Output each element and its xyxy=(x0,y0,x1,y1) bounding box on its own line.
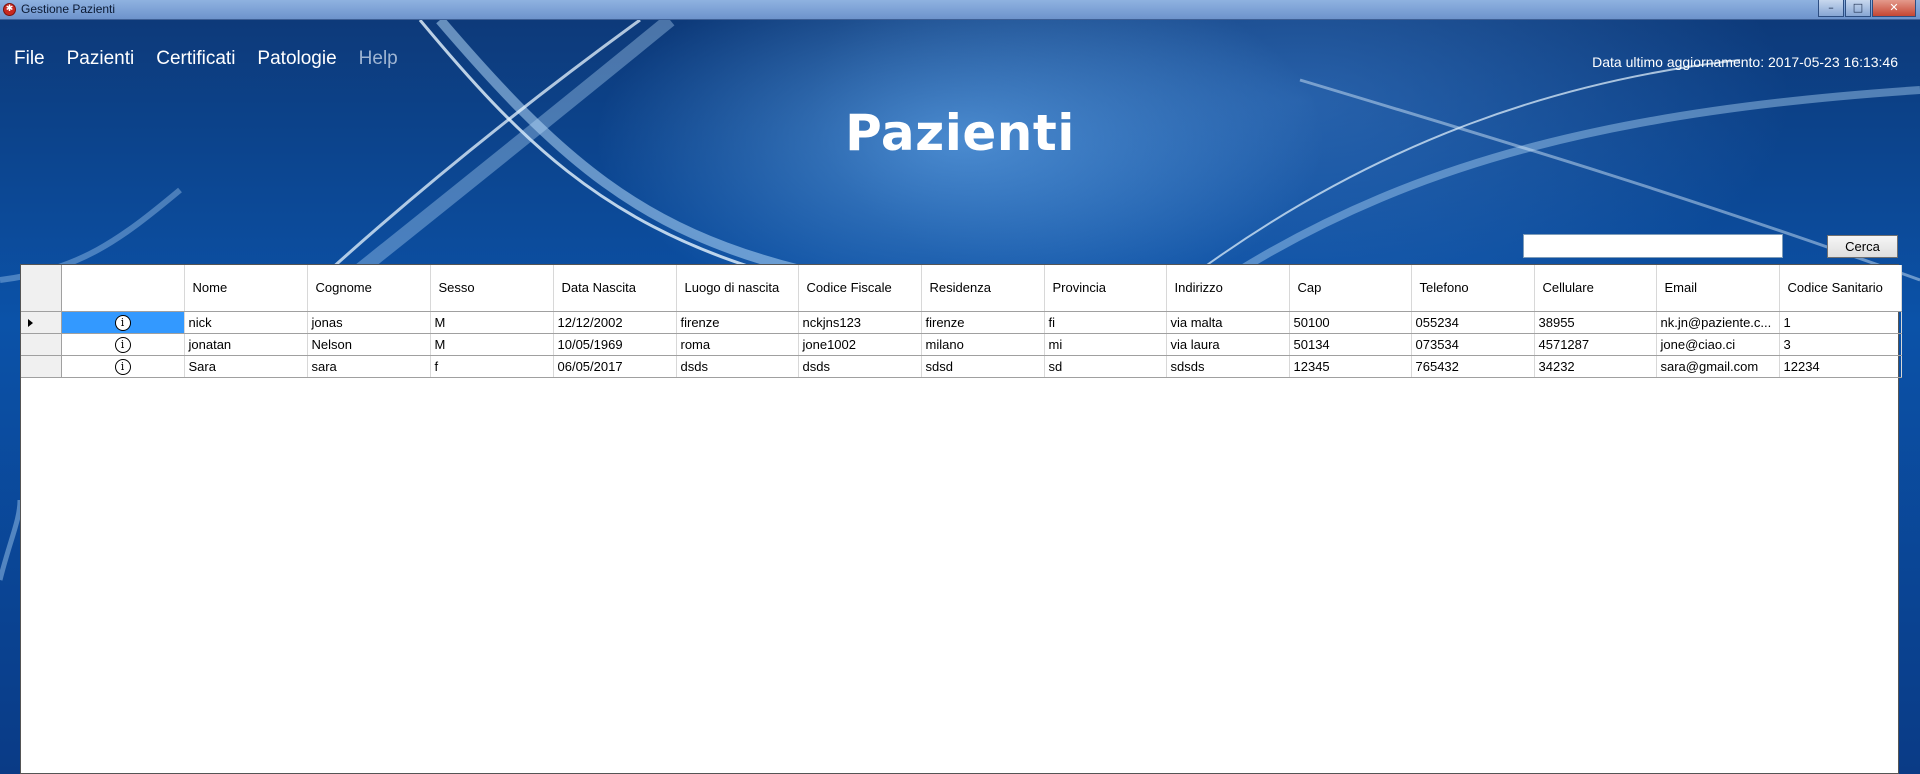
cell-codice-fiscale[interactable]: nckjns123 xyxy=(798,311,922,334)
row-selector[interactable] xyxy=(21,355,62,378)
column-header-luogo-nascita[interactable]: Luogo di nascita xyxy=(676,265,799,312)
cell-sesso[interactable]: M xyxy=(430,311,554,334)
cell-cellulare[interactable]: 38955 xyxy=(1534,311,1657,334)
menu-patologie[interactable]: Patologie xyxy=(257,48,336,70)
row-header-corner xyxy=(21,265,62,312)
minimize-button[interactable]: – xyxy=(1818,0,1844,17)
menu-certificati[interactable]: Certificati xyxy=(156,48,235,70)
column-header-indirizzo[interactable]: Indirizzo xyxy=(1166,265,1290,312)
patients-table: Nome Cognome Sesso Data Nascita Luogo di… xyxy=(20,264,1902,774)
cell-nome[interactable]: jonatan xyxy=(184,333,308,356)
table-header-row: Nome Cognome Sesso Data Nascita Luogo di… xyxy=(21,265,1902,312)
cell-nome[interactable]: nick xyxy=(184,311,308,334)
cell-data-nascita[interactable]: 12/12/2002 xyxy=(553,311,677,334)
cell-cognome[interactable]: sara xyxy=(307,355,431,378)
cell-indirizzo[interactable]: via malta xyxy=(1166,311,1290,334)
table-row[interactable]: i jonatan Nelson M 10/05/1969 roma jone1… xyxy=(21,333,1902,356)
cell-cap[interactable]: 50100 xyxy=(1289,311,1412,334)
info-cell[interactable]: i xyxy=(61,355,185,378)
row-selector[interactable] xyxy=(21,311,62,334)
column-header-codice-sanitario[interactable]: Codice Sanitario xyxy=(1779,265,1902,312)
menu-bar: File Pazienti Certificati Patologie Help xyxy=(14,48,420,70)
cell-provincia[interactable]: sd xyxy=(1044,355,1167,378)
info-cell[interactable]: i xyxy=(61,333,185,356)
cell-codice-sanitario[interactable]: 3 xyxy=(1779,333,1902,356)
cell-telefono[interactable]: 073534 xyxy=(1411,333,1535,356)
cell-cellulare[interactable]: 4571287 xyxy=(1534,333,1657,356)
cell-provincia[interactable]: mi xyxy=(1044,333,1167,356)
cell-sesso[interactable]: M xyxy=(430,333,554,356)
cell-data-nascita[interactable]: 06/05/2017 xyxy=(553,355,677,378)
cell-email[interactable]: jone@ciao.ci xyxy=(1656,333,1780,356)
cell-residenza[interactable]: milano xyxy=(921,333,1045,356)
maximize-button[interactable]: □ xyxy=(1845,0,1871,17)
cell-nome[interactable]: Sara xyxy=(184,355,308,378)
column-header-residenza[interactable]: Residenza xyxy=(921,265,1045,312)
search-button[interactable]: Cerca xyxy=(1827,235,1898,258)
current-row-arrow-icon xyxy=(28,319,33,327)
cell-sesso[interactable]: f xyxy=(430,355,554,378)
cell-codice-fiscale[interactable]: jone1002 xyxy=(798,333,922,356)
menu-pazienti[interactable]: Pazienti xyxy=(67,48,135,70)
cell-luogo-nascita[interactable]: dsds xyxy=(676,355,799,378)
cell-cognome[interactable]: Nelson xyxy=(307,333,431,356)
cell-luogo-nascita[interactable]: firenze xyxy=(676,311,799,334)
cell-codice-sanitario[interactable]: 12234 xyxy=(1779,355,1902,378)
last-update-label: Data ultimo aggiornamento: 2017-05-23 16… xyxy=(1592,54,1898,70)
column-header-cellulare[interactable]: Cellulare xyxy=(1534,265,1657,312)
menu-file[interactable]: File xyxy=(14,48,45,70)
cell-provincia[interactable]: fi xyxy=(1044,311,1167,334)
row-selector[interactable] xyxy=(21,333,62,356)
column-header-cognome[interactable]: Cognome xyxy=(307,265,431,312)
app-icon: ✱ xyxy=(3,3,16,16)
table-row[interactable]: i Sara sara f 06/05/2017 dsds dsds sdsd … xyxy=(21,355,1902,378)
info-cell[interactable]: i xyxy=(61,311,185,334)
cell-email[interactable]: sara@gmail.com xyxy=(1656,355,1780,378)
cell-cellulare[interactable]: 34232 xyxy=(1534,355,1657,378)
window-title: Gestione Pazienti xyxy=(21,2,116,16)
page-title: Pazienti xyxy=(845,104,1075,162)
cell-data-nascita[interactable]: 10/05/1969 xyxy=(553,333,677,356)
cell-cap[interactable]: 50134 xyxy=(1289,333,1412,356)
table-row[interactable]: i nick jonas M 12/12/2002 firenze nckjns… xyxy=(21,311,1902,334)
cell-indirizzo[interactable]: sdsds xyxy=(1166,355,1290,378)
cell-telefono[interactable]: 055234 xyxy=(1411,311,1535,334)
column-header-provincia[interactable]: Provincia xyxy=(1044,265,1167,312)
column-header-nome[interactable]: Nome xyxy=(184,265,308,312)
cell-luogo-nascita[interactable]: roma xyxy=(676,333,799,356)
column-header-sesso[interactable]: Sesso xyxy=(430,265,554,312)
cell-cap[interactable]: 12345 xyxy=(1289,355,1412,378)
cell-codice-sanitario[interactable]: 1 xyxy=(1779,311,1902,334)
close-button[interactable]: ✕ xyxy=(1872,0,1916,17)
cell-indirizzo[interactable]: via laura xyxy=(1166,333,1290,356)
info-icon[interactable]: i xyxy=(114,336,131,353)
search-input[interactable] xyxy=(1523,234,1783,258)
column-header-cap[interactable]: Cap xyxy=(1289,265,1412,312)
column-header-telefono[interactable]: Telefono xyxy=(1411,265,1535,312)
window-controls: – □ ✕ xyxy=(1817,0,1916,18)
cell-codice-fiscale[interactable]: dsds xyxy=(798,355,922,378)
info-icon[interactable]: i xyxy=(114,358,131,375)
column-header-email[interactable]: Email xyxy=(1656,265,1780,312)
cell-residenza[interactable]: firenze xyxy=(921,311,1045,334)
cell-residenza[interactable]: sdsd xyxy=(921,355,1045,378)
cell-cognome[interactable]: jonas xyxy=(307,311,431,334)
cell-telefono[interactable]: 765432 xyxy=(1411,355,1535,378)
column-header-codice-fiscale[interactable]: Codice Fiscale xyxy=(798,265,922,312)
column-header-data-nascita[interactable]: Data Nascita xyxy=(553,265,677,312)
column-header-info[interactable] xyxy=(61,265,185,312)
cell-email[interactable]: nk.jn@paziente.c... xyxy=(1656,311,1780,334)
info-icon[interactable]: i xyxy=(114,314,131,331)
title-bar: ✱ Gestione Pazienti – □ ✕ xyxy=(0,0,1920,20)
menu-help: Help xyxy=(358,48,398,69)
